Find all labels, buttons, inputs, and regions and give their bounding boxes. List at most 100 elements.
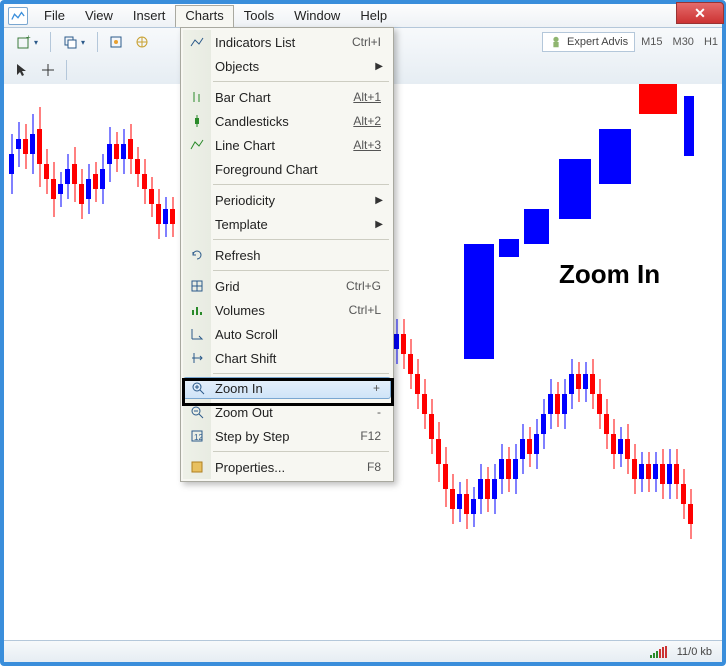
candle [65, 154, 70, 199]
menu-objects[interactable]: Objects▶ [183, 54, 391, 78]
indicators-icon [187, 32, 207, 52]
candle [653, 452, 658, 492]
candle [58, 172, 63, 207]
candle [590, 359, 595, 409]
statusbar: 11/0 kb [4, 640, 722, 662]
candle [142, 159, 147, 204]
candle [513, 444, 518, 494]
menu-view[interactable]: View [75, 5, 123, 26]
candlestick-icon [187, 111, 207, 131]
candle [415, 359, 420, 409]
menu-refresh[interactable]: Refresh [183, 243, 391, 267]
candle [534, 419, 539, 469]
candle [100, 154, 105, 204]
menu-periodicity[interactable]: Periodicity▶ [183, 188, 391, 212]
candle-big [639, 84, 677, 114]
candle [429, 399, 434, 454]
volumes-icon [187, 300, 207, 320]
candle [86, 164, 91, 214]
candle [485, 467, 490, 512]
candle [394, 319, 399, 364]
candle [408, 339, 413, 389]
new-chart-button[interactable]: +▾ [10, 31, 44, 53]
candle [478, 464, 483, 514]
menu-zoom-in[interactable]: Zoom In+ [183, 377, 391, 399]
menu-properties[interactable]: Properties...F8 [183, 455, 391, 479]
candle [457, 482, 462, 522]
candle [667, 449, 672, 499]
candle [9, 134, 14, 194]
charts-dropdown: Indicators ListCtrl+I Objects▶ Bar Chart… [180, 27, 394, 482]
candle [37, 107, 42, 187]
candle [443, 447, 448, 507]
menu-foreground-chart[interactable]: Foreground Chart [183, 157, 391, 181]
menu-help[interactable]: Help [350, 5, 397, 26]
candle [30, 114, 35, 174]
menu-window[interactable]: Window [284, 5, 350, 26]
menu-volumes[interactable]: VolumesCtrl+L [183, 298, 391, 322]
candle [625, 424, 630, 474]
candle [499, 444, 504, 494]
candle [541, 399, 546, 449]
candle [107, 127, 112, 182]
zoom-in-icon [188, 378, 208, 398]
candle [597, 379, 602, 429]
menu-insert[interactable]: Insert [123, 5, 176, 26]
menu-bar-chart[interactable]: Bar ChartAlt+1 [183, 85, 391, 109]
menu-zoom-out[interactable]: Zoom Out- [183, 400, 391, 424]
candle [604, 399, 609, 449]
candle [170, 197, 175, 237]
status-kb: 11/0 kb [677, 646, 712, 658]
menubar: File View Insert Charts Tools Window Hel… [4, 4, 722, 28]
profiles-button[interactable]: ▾ [57, 31, 91, 53]
candle [93, 162, 98, 202]
candle [156, 189, 161, 239]
tf-m15[interactable]: M15 [637, 36, 666, 48]
chart-shift-icon [187, 348, 207, 368]
candle [688, 489, 693, 539]
market-watch-button[interactable] [104, 31, 128, 53]
app-icon [8, 7, 28, 25]
candle [163, 197, 168, 237]
svg-text:12: 12 [194, 433, 203, 442]
submenu-arrow-icon: ▶ [375, 219, 383, 230]
menu-auto-scroll[interactable]: Auto Scroll [183, 322, 391, 346]
grid-icon [187, 276, 207, 296]
expert-label: Expert Advis [567, 36, 628, 48]
menu-indicators-list[interactable]: Indicators ListCtrl+I [183, 30, 391, 54]
candle-big [599, 129, 631, 184]
menu-chart-shift[interactable]: Chart Shift [183, 346, 391, 370]
menu-step-by-step[interactable]: 12 Step by StepF12 [183, 424, 391, 448]
menu-candlesticks[interactable]: CandlesticksAlt+2 [183, 109, 391, 133]
close-button[interactable]: ✕ [676, 2, 724, 24]
candle [72, 147, 77, 202]
menu-template[interactable]: Template▶ [183, 212, 391, 236]
candle [569, 359, 574, 409]
zoom-out-icon [187, 402, 207, 422]
candle [520, 424, 525, 474]
candle [16, 122, 21, 167]
candle-big [464, 244, 494, 359]
menu-grid[interactable]: GridCtrl+G [183, 274, 391, 298]
candle [79, 169, 84, 219]
tf-m30[interactable]: M30 [669, 36, 698, 48]
cursor-tool[interactable] [10, 59, 34, 81]
candle [44, 149, 49, 194]
candle [646, 452, 651, 492]
navigator-button[interactable] [130, 31, 154, 53]
candle [23, 124, 28, 169]
menu-tools[interactable]: Tools [234, 5, 284, 26]
expert-advisors-button[interactable]: Expert Advis [542, 32, 635, 52]
candle [527, 427, 532, 467]
menu-line-chart[interactable]: Line ChartAlt+3 [183, 133, 391, 157]
candle [464, 479, 469, 529]
candle [506, 447, 511, 492]
crosshair-tool[interactable] [36, 59, 60, 81]
candle-big [524, 209, 549, 244]
tf-h1[interactable]: H1 [700, 36, 722, 48]
candle [660, 449, 665, 499]
candle [548, 379, 553, 429]
menu-file[interactable]: File [34, 5, 75, 26]
expert-icon [549, 35, 563, 49]
menu-charts[interactable]: Charts [175, 5, 233, 27]
